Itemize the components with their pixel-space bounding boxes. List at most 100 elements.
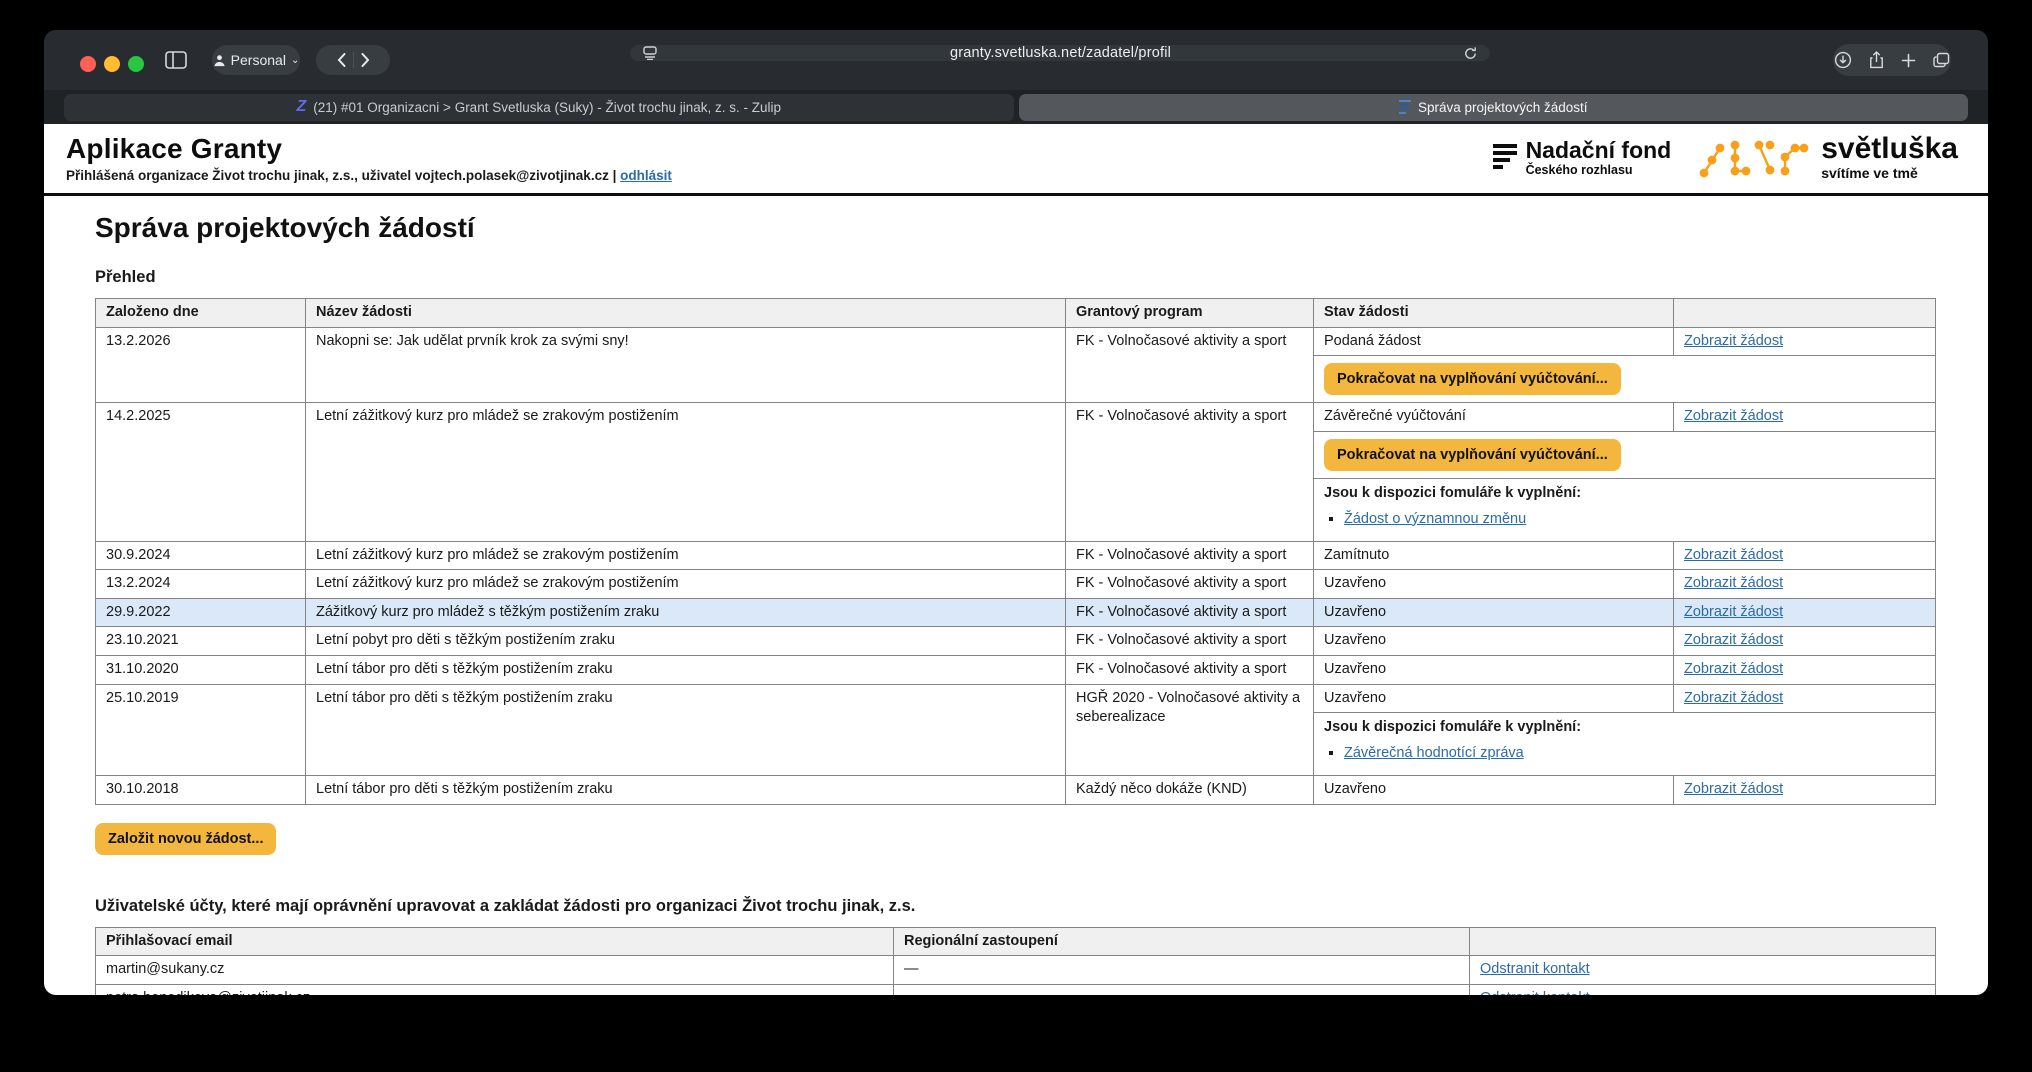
forms-available-label: Jsou k dispozici fomuláře k vyplnění: [1324, 719, 1925, 735]
profile-switcher[interactable]: Personal ⌄ [212, 45, 300, 75]
page-title: Správa projektových žádostí [95, 212, 1937, 244]
application-name: Letní pobyt pro děti s těžkým postižením… [306, 627, 1066, 655]
chevron-down-icon: ⌄ [291, 55, 299, 66]
application-date: 23.10.2021 [96, 627, 306, 655]
accounts-column-header: Regionální zastoupení [894, 928, 1470, 956]
app-header: Aplikace Granty Přihlášená organizace Ži… [44, 124, 1988, 196]
application-program: FK - Volnočasové aktivity a sport [1066, 542, 1314, 570]
application-status: Uzavřeno [1314, 570, 1674, 598]
screen: Personal ⌄ granty.svetluska.net/za [0, 0, 2032, 1072]
application-status-zone: Uzavřeno Zobrazit žádost [1314, 570, 1935, 598]
forms-list: Žádost o významnou změnu [1344, 511, 1925, 527]
applications-header-row: Založeno dneNázev žádostiGrantový progra… [96, 299, 1935, 328]
zobrazit-zadost-link[interactable]: Zobrazit žádost [1684, 408, 1783, 424]
zobrazit-zadost-link[interactable]: Zobrazit žádost [1684, 690, 1783, 706]
application-status: Uzavřeno [1314, 656, 1674, 684]
form-link[interactable]: Žádost o významnou změnu [1344, 511, 1526, 527]
tab-zulip[interactable]: Z (21) #01 Organizacni > Grant Svetluska… [64, 94, 1014, 121]
accounts-header-row: Přihlašovací emailRegionální zastoupení [96, 928, 1935, 957]
account-row: petra.benedikova@zivotjinak.cz—Odstranit… [96, 985, 1935, 995]
tab-overview-icon[interactable] [1933, 52, 1950, 68]
minimize-window-button[interactable] [104, 56, 120, 72]
settlement-button-row: Pokračovat na vyplňování vyúčtování... [1314, 431, 1935, 478]
accounts-column-header: Přihlašovací email [96, 928, 894, 956]
page-settings-icon[interactable] [642, 46, 658, 60]
application-name: Letní tábor pro děti s těžkým postižením… [306, 656, 1066, 684]
forward-button[interactable] [361, 53, 370, 67]
zobrazit-zadost-link[interactable]: Zobrazit žádost [1684, 333, 1783, 349]
close-window-button[interactable] [80, 56, 96, 72]
application-actions: Zobrazit žádost [1674, 403, 1935, 431]
toolbar-actions [1833, 44, 1951, 76]
status-subrow: Uzavřeno Zobrazit žádost [1314, 656, 1935, 684]
application-actions: Zobrazit žádost [1674, 627, 1935, 655]
application-date: 29.9.2022 [96, 599, 306, 627]
forms-list-item: Žádost o významnou změnu [1344, 511, 1925, 527]
account-regional: — [894, 956, 1470, 984]
forms-list: Závěrečná hodnotící zpráva [1344, 745, 1925, 761]
application-date: 30.10.2018 [96, 776, 306, 804]
reload-icon[interactable] [1463, 46, 1478, 61]
svetluska-subtitle: svítíme ve tmě [1821, 165, 1958, 181]
sidebar-toggle-button[interactable] [156, 45, 196, 75]
application-status: Uzavřeno [1314, 685, 1674, 713]
downloads-icon[interactable] [1834, 51, 1852, 69]
zobrazit-zadost-link[interactable]: Zobrazit žádost [1684, 547, 1783, 563]
application-date: 14.2.2025 [96, 403, 306, 541]
zobrazit-zadost-link[interactable]: Zobrazit žádost [1684, 661, 1783, 677]
zoom-window-button[interactable] [128, 56, 144, 72]
application-status: Uzavřeno [1314, 776, 1674, 804]
application-actions: Zobrazit žádost [1674, 776, 1935, 804]
svetluska-logo: světluška svítíme ve tmě [1697, 134, 1958, 181]
application-status-zone: Uzavřeno Zobrazit žádost [1314, 776, 1935, 804]
status-subrow: Zamítnuto Zobrazit žádost [1314, 542, 1935, 570]
account-actions: Odstranit kontakt [1470, 985, 1935, 995]
back-button[interactable] [337, 53, 346, 67]
form-link[interactable]: Závěrečná hodnotící zpráva [1344, 745, 1524, 761]
new-tab-icon[interactable] [1901, 53, 1916, 68]
continue-settlement-button[interactable]: Pokračovat na vyplňování vyúčtování... [1324, 363, 1621, 395]
zobrazit-zadost-link[interactable]: Zobrazit žádost [1684, 781, 1783, 797]
application-row: 29.9.2022Zážitkový kurz pro mládež s těž… [96, 599, 1935, 628]
continue-settlement-button[interactable]: Pokračovat na vyplňování vyúčtování... [1324, 439, 1621, 471]
application-status: Závěrečné vyúčtování [1314, 403, 1674, 431]
page-content: Aplikace Granty Přihlášená organizace Ži… [44, 124, 1988, 995]
logout-link[interactable]: odhlásit [620, 168, 672, 183]
application-program: FK - Volnočasové aktivity a sport [1066, 570, 1314, 598]
zulip-icon: Z [296, 99, 306, 115]
share-icon[interactable] [1869, 51, 1884, 69]
zobrazit-zadost-link[interactable]: Zobrazit žádost [1684, 575, 1783, 591]
application-program: FK - Volnočasové aktivity a sport [1066, 599, 1314, 627]
address-bar[interactable]: granty.svetluska.net/zadatel/profil [630, 45, 1490, 61]
application-name: Zážitkový kurz pro mládež s těžkým posti… [306, 599, 1066, 627]
application-status-zone: Uzavřeno Zobrazit žádost [1314, 656, 1935, 684]
application-status: Zamítnuto [1314, 542, 1674, 570]
application-status: Uzavřeno [1314, 627, 1674, 655]
remove-contact-link[interactable]: Odstranit kontakt [1480, 961, 1590, 977]
main-area: Správa projektových žádostí Přehled Zalo… [44, 196, 1988, 995]
nadacni-fond-logo: Nadační fond Českého rozhlasu [1493, 138, 1672, 176]
remove-contact-link[interactable]: Odstranit kontakt [1480, 990, 1590, 995]
application-actions: Zobrazit žádost [1674, 685, 1935, 713]
account-regional: — [894, 985, 1470, 995]
zobrazit-zadost-link[interactable]: Zobrazit žádost [1684, 632, 1783, 648]
new-application-button[interactable]: Založit novou žádost... [95, 823, 276, 855]
application-date: 31.10.2020 [96, 656, 306, 684]
application-row: 30.9.2024Letní zážitkový kurz pro mládež… [96, 542, 1935, 571]
zobrazit-zadost-link[interactable]: Zobrazit žádost [1684, 604, 1783, 620]
application-program: FK - Volnočasové aktivity a sport [1066, 627, 1314, 655]
header-logos: Nadační fond Českého rozhlasu [1493, 134, 1958, 181]
application-status: Podaná žádost [1314, 328, 1674, 356]
status-subrow: Uzavřeno Zobrazit žádost [1314, 599, 1935, 627]
application-program: FK - Volnočasové aktivity a sport [1066, 328, 1314, 403]
svetluska-constellation-icon [1697, 135, 1809, 181]
application-status: Uzavřeno [1314, 599, 1674, 627]
application-status-zone: Uzavřeno Zobrazit žádost Jsou k dispozici … [1314, 685, 1935, 776]
application-program: FK - Volnočasové aktivity a sport [1066, 403, 1314, 541]
tab-bar: Z (21) #01 Organizacni > Grant Svetluska… [44, 90, 1988, 124]
status-subrow: Uzavřeno Zobrazit žádost [1314, 685, 1935, 713]
url-text: granty.svetluska.net/zadatel/profil [950, 45, 1171, 61]
tab-sprava-zadosti[interactable]: Správa projektových žádostí [1019, 94, 1969, 121]
application-actions: Zobrazit žádost [1674, 542, 1935, 570]
status-subrow: Závěrečné vyúčtování Zobrazit žádost [1314, 403, 1935, 431]
